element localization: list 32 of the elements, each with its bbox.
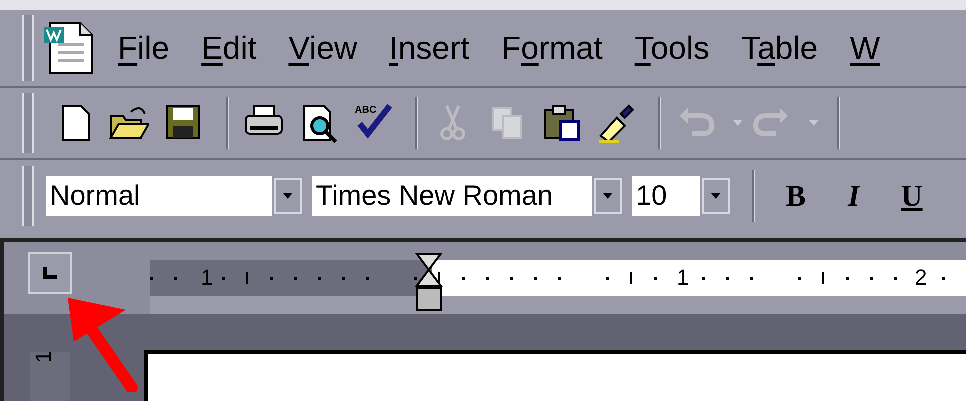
caret-icon — [283, 193, 293, 199]
menu-item[interactable]: Format — [502, 24, 603, 72]
menu-item[interactable]: Insert — [389, 24, 470, 72]
ruler-number: 1 — [33, 350, 56, 364]
toolbar-grip[interactable] — [22, 166, 34, 226]
caret-icon — [711, 193, 721, 199]
caret-icon — [733, 120, 743, 126]
menu-item[interactable]: W — [850, 24, 880, 72]
menu-item[interactable]: File — [118, 24, 170, 72]
font-size-field[interactable]: 10 — [632, 176, 700, 216]
indent-marker-icon — [414, 252, 444, 314]
caret-icon — [809, 120, 819, 126]
toolbar-grip[interactable] — [22, 15, 34, 81]
bold-button[interactable]: B — [771, 174, 821, 218]
dropdown-arrow-button[interactable] — [274, 178, 302, 214]
italic-button[interactable]: I — [829, 174, 879, 218]
toolbar-grip[interactable] — [22, 93, 34, 153]
menu-item[interactable]: Edit — [202, 24, 257, 72]
document-icon — [42, 19, 96, 77]
dropdown-arrow-button[interactable] — [594, 178, 622, 214]
left-tab-icon — [43, 267, 57, 279]
tab-selector-button[interactable] — [28, 252, 72, 294]
style-field[interactable]: Normal — [46, 176, 272, 216]
font-field[interactable]: Times New Roman — [312, 176, 592, 216]
dropdown-arrow-button[interactable] — [702, 178, 730, 214]
spelling-button[interactable]: ABC — [349, 99, 395, 147]
menu-item[interactable]: Table — [742, 24, 818, 72]
underline-button[interactable]: U — [887, 174, 937, 218]
paste-icon — [541, 102, 581, 144]
menu-item[interactable]: View — [288, 24, 358, 72]
menu-item[interactable]: Tools — [634, 24, 710, 72]
caret-icon — [603, 193, 613, 199]
